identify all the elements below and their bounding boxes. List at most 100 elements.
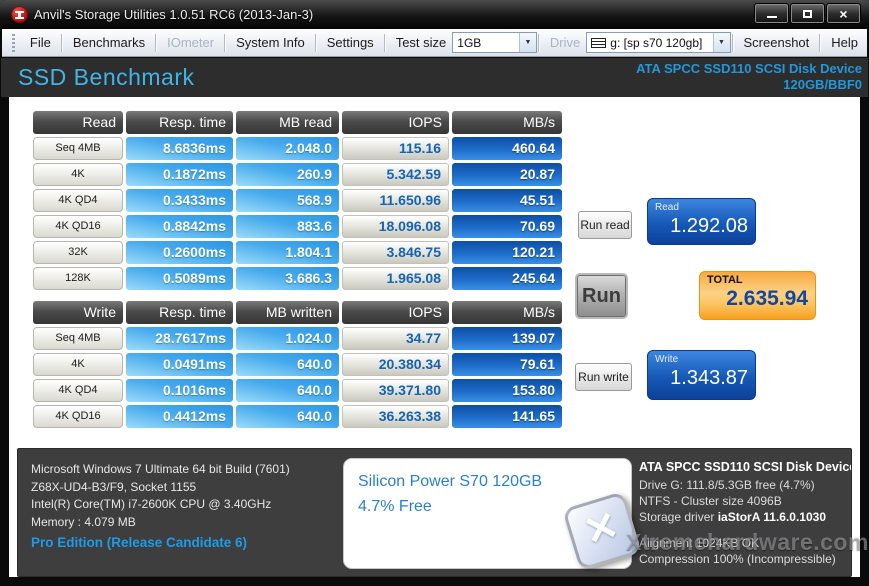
read-row4-iops-cell: 3.846.75 [342,241,449,264]
write-row1-iops-cell: 20.380.34 [342,353,449,376]
read-row3-resp-cell: 0.8842ms [126,215,233,238]
write-row1-mbs-cell: 79.61 [452,353,562,376]
edition-label: Pro Edition (Release Candidate 6) [31,535,248,550]
run-write-button[interactable]: Run write [575,363,632,391]
menu-separator [819,33,822,52]
read-row5-label[interactable]: 128K [33,267,123,290]
read-row0-mb-cell: 2.048.0 [236,137,339,160]
maximize-button[interactable] [790,3,825,24]
write-row0-mb-cell: 1.024.0 [236,327,339,350]
read-row4-mb-cell: 1.804.1 [236,241,339,264]
menu-separator [314,33,317,52]
write-row3-mb-cell: 640.0 [236,405,339,428]
minimize-button[interactable] [754,3,789,24]
read-header-resp-time: Resp. time [126,111,233,134]
menu-bar: File Benchmarks IOmeter System Info Sett… [2,29,867,57]
cpu-line: Intel(R) Core(TM) i7-2600K CPU @ 3.40GHz [31,497,272,511]
menu-system-info[interactable]: System Info [227,30,314,56]
read-row3-iops-cell: 18.096.08 [342,215,449,238]
read-row0-mbs-cell: 460.64 [452,137,562,160]
chevron-down-icon: ▼ [518,33,536,52]
run-button[interactable]: Run [577,275,626,317]
write-header-write: Write [33,301,123,324]
menu-settings[interactable]: Settings [318,30,383,56]
write-row3-resp-cell: 0.4412ms [126,405,233,428]
read-row2-mb-cell: 568.9 [236,189,339,212]
read-row2-label[interactable]: 4K QD4 [33,189,123,212]
content-area: Read Resp. time MB read IOPS MB/s Seq 4MB 8.68… [9,97,868,577]
close-button[interactable]: × [826,3,861,24]
read-row1-label[interactable]: 4K [33,163,123,186]
drive-details-fs: NTFS - Cluster size 4096B [639,494,782,508]
run-read-button[interactable]: Run read [578,211,632,239]
read-table: Read Resp. time MB read IOPS MB/s Seq 4MB 8.68… [33,111,562,290]
page-title: SSD Benchmark [18,64,195,90]
total-score-value: 2.635.94 [726,287,808,310]
write-row0-label[interactable]: Seq 4MB [33,327,123,350]
write-row2-mbs-cell: 153.80 [452,379,562,402]
write-row3-label[interactable]: 4K QD16 [33,405,123,428]
write-row1-resp-cell: 0.0491ms [126,353,233,376]
device-name: ATA SPCC SSD110 SCSI Disk Device 120GB/B… [636,61,862,93]
motherboard-line: Z68X-UD4-B3/F9, Socket 1155 [31,479,197,494]
watermark-text: Xtremehardware.com [626,529,869,555]
toolbar-grip [12,33,15,52]
menu-screenshot[interactable]: Screenshot [735,30,819,56]
write-row1-mb-cell: 640.0 [236,353,339,376]
read-header-iops: IOPS [342,111,449,134]
menu-separator [155,33,158,52]
test-size-select[interactable]: 1GB ▼ [452,32,537,53]
write-header-mb-s: MB/s [452,301,562,324]
drive-label: Drive [549,35,581,50]
write-row3-mbs-cell: 141.65 [452,405,562,428]
drive-details-free: Drive G: 111.8/5.3GB free (4.7%) [639,478,815,492]
read-header-read: Read [33,111,123,134]
app-window: Anvil's Storage Utilities 1.0.51 RC6 (20… [0,0,869,586]
read-score-value: 1.292.08 [670,215,748,237]
read-row1-mb-cell: 260.9 [236,163,339,186]
write-row0-resp-cell: 28.7617ms [126,327,233,350]
read-row5-resp-cell: 0.5089ms [126,267,233,290]
device-line1: ATA SPCC SSD110 SCSI Disk Device [636,61,862,76]
menu-help[interactable]: Help [822,30,867,56]
total-score-label: TOTAL [707,274,743,286]
write-score-label: Write [655,354,679,365]
menu-iometer: IOmeter [167,34,215,50]
menu-separator [383,33,386,52]
read-row0-label[interactable]: Seq 4MB [33,137,123,160]
write-row2-iops-cell: 39.371.80 [342,379,449,402]
write-row2-label[interactable]: 4K QD4 [33,379,123,402]
read-score-label: Read [655,202,679,213]
read-row3-label[interactable]: 4K QD16 [33,215,123,238]
title-bar: Anvil's Storage Utilities 1.0.51 RC6 (20… [0,0,869,29]
write-row2-mb-cell: 640.0 [236,379,339,402]
drive-details-driver: Storage driver iaStorA 11.6.0.1030 [639,509,851,525]
test-size-value: 1GB [457,35,482,50]
read-row2-resp-cell: 0.3433ms [126,189,233,212]
read-score-box: Read 1.292.08 [647,198,756,245]
device-line2: 120GB/BBF0 [783,77,862,92]
read-row4-label[interactable]: 32K [33,241,123,264]
write-row1-label[interactable]: 4K [33,353,123,376]
write-header-iops: IOPS [342,301,449,324]
menu-file[interactable]: File [21,30,60,56]
read-row4-resp-cell: 0.2600ms [126,241,233,264]
drive-value: g: [sp s70 120gb] [610,35,703,50]
page-header: SSD Benchmark ATA SPCC SSD110 SCSI Disk … [1,58,868,97]
write-score-value: 1.343.87 [670,367,748,389]
info-panel: Microsoft Windows 7 Ultimate 64 bit Buil… [17,448,868,577]
write-row3-iops-cell: 36.263.38 [342,405,449,428]
menu-benchmarks[interactable]: Benchmarks [64,30,154,56]
drive-icon [591,37,607,48]
read-row4-mbs-cell: 120.21 [452,241,562,264]
os-line: Microsoft Windows 7 Ultimate 64 bit Buil… [31,462,290,476]
drive-summary-name: Silicon Power S70 120GB [358,473,543,490]
menu-separator [60,33,63,52]
menu-separator [537,33,540,52]
chevron-down-icon: ▼ [712,33,730,52]
write-row0-mbs-cell: 139.07 [452,327,562,350]
drive-select[interactable]: g: [sp s70 120gb] ▼ [586,32,731,53]
read-row1-mbs-cell: 20.87 [452,163,562,186]
test-size-label: Test size [395,35,447,50]
read-row0-iops-cell: 115.16 [342,137,449,160]
